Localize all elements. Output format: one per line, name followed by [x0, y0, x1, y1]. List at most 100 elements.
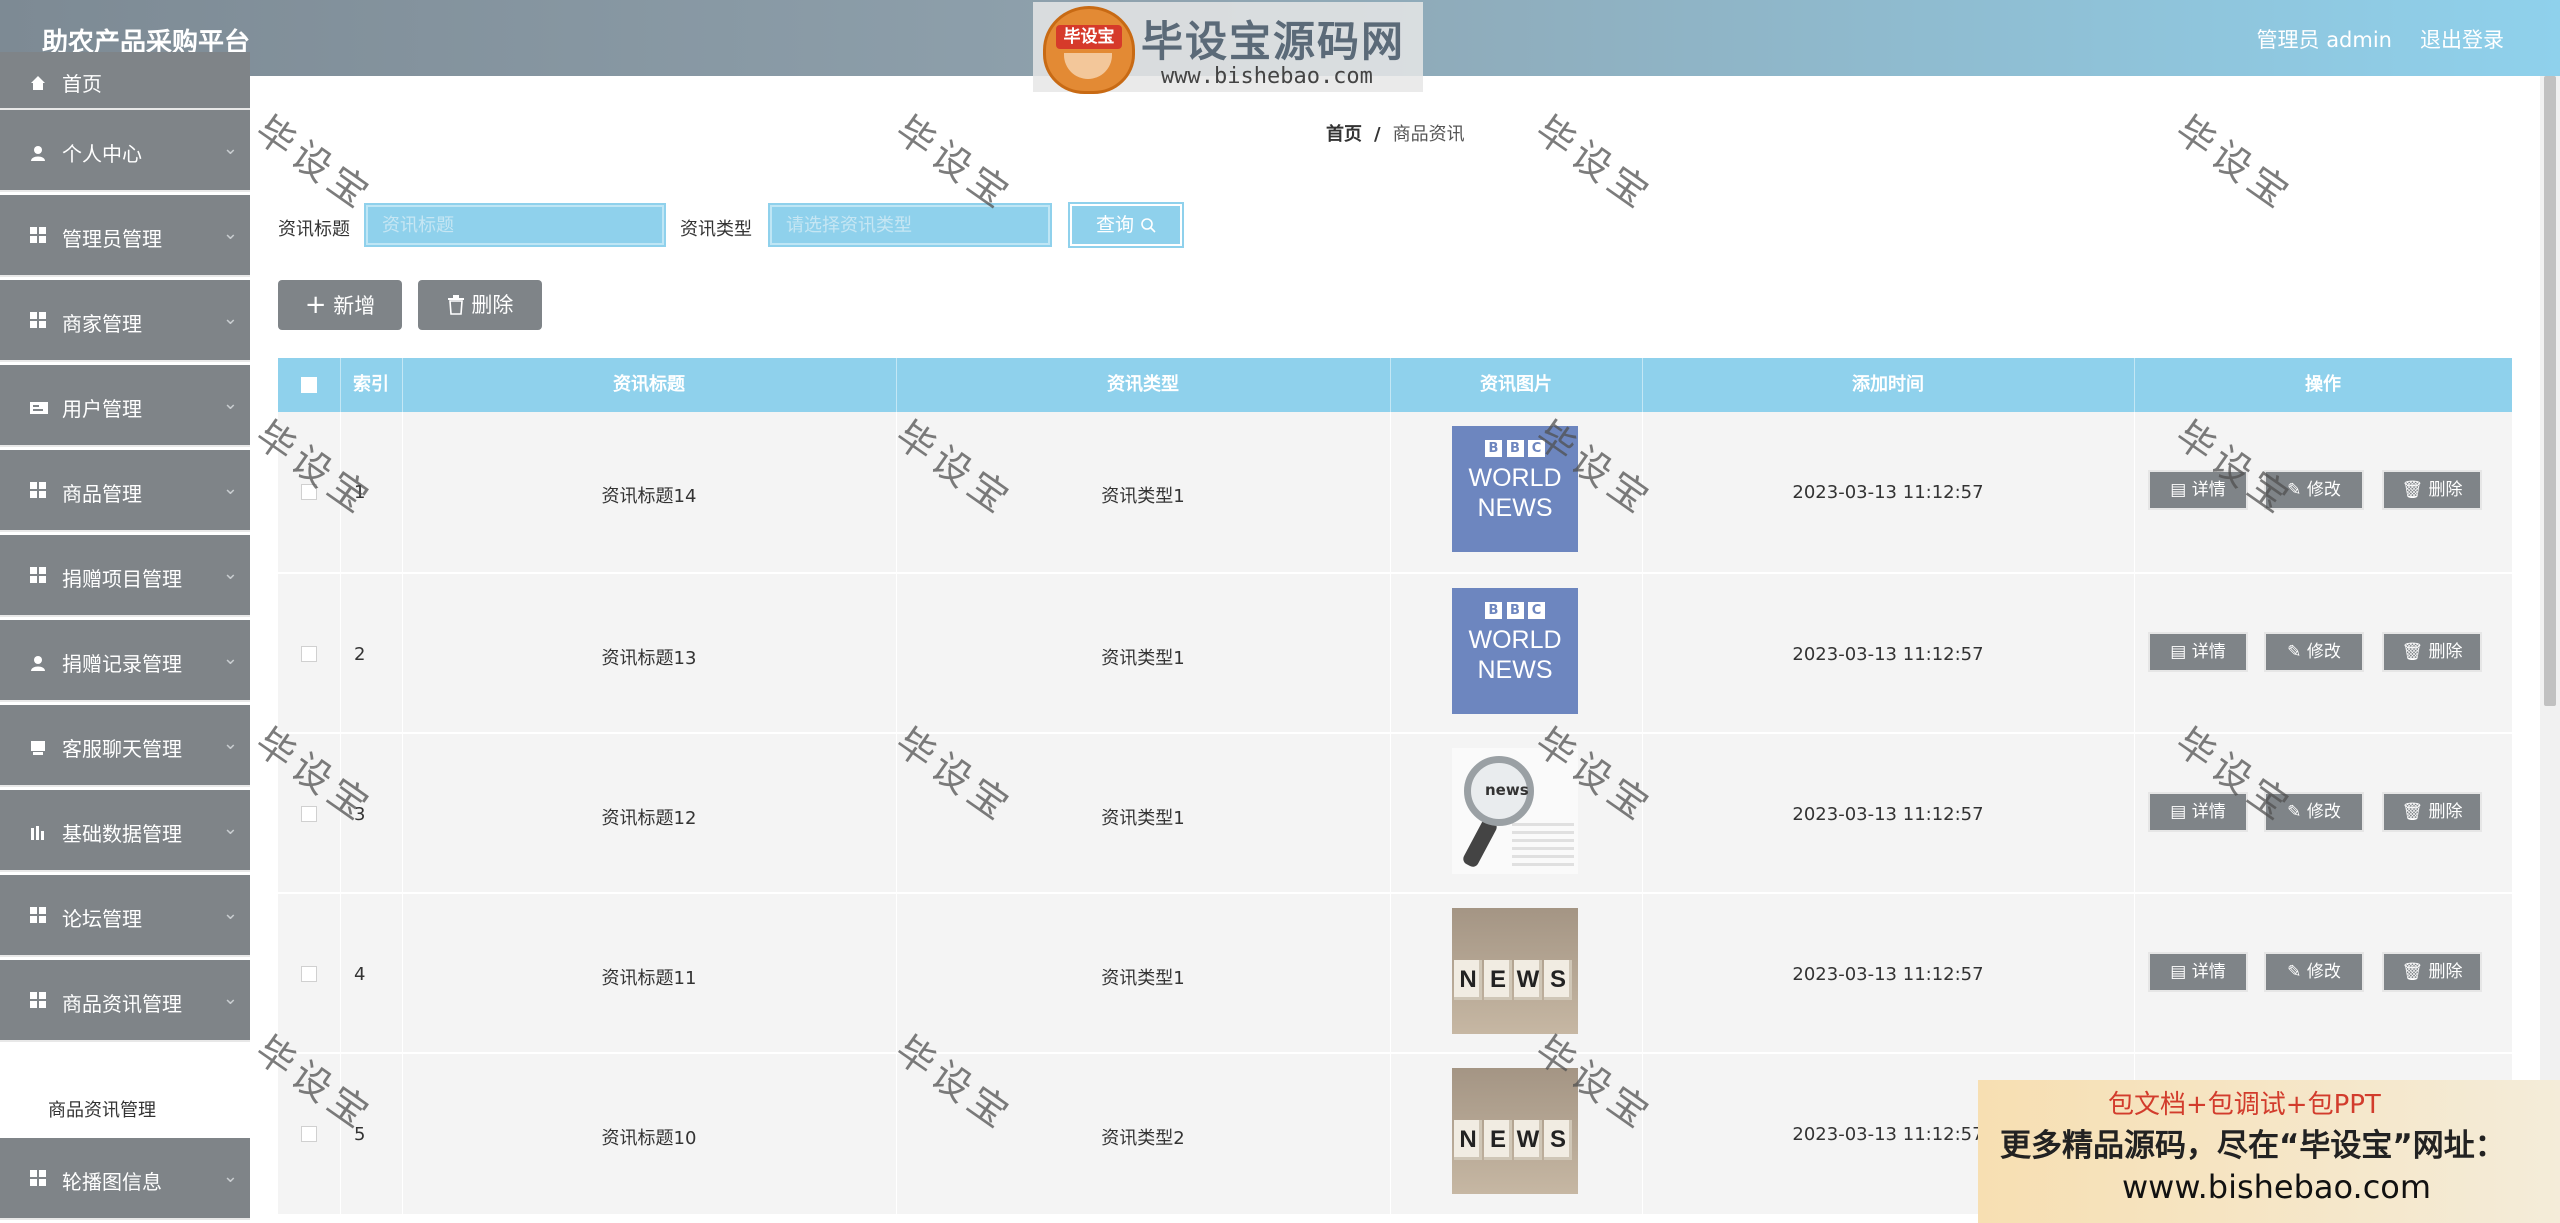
time-cell: 2023-03-13 11:12:57: [1642, 574, 2135, 734]
news-cubes: NEWS: [1454, 1120, 1572, 1160]
sidebar-item-customer-chat[interactable]: 客服聊天管理 ⌄: [0, 705, 250, 787]
type-cell: 资讯类型1: [896, 574, 1391, 734]
chart-icon: [30, 822, 46, 840]
page-scrollbar[interactable]: [2540, 76, 2560, 1223]
sidebar-item-label: 论坛管理: [62, 907, 142, 931]
sidebar-item-home[interactable]: 首页: [0, 52, 250, 110]
sidebar-item-admin-management[interactable]: 管理员管理 ⌄: [0, 195, 250, 277]
home-icon: [30, 72, 46, 90]
grid-icon: [30, 312, 46, 328]
magnifier-icon: news: [1464, 756, 1534, 826]
sidebar-subitem-label: 商品资讯管理: [48, 1100, 156, 1121]
delete-button[interactable]: 🗑 删除: [2382, 792, 2482, 832]
title-text: 资讯标题11: [601, 968, 697, 989]
bbc-world-news-image[interactable]: BBC WORLD NEWS: [1452, 426, 1578, 552]
chevron-down-icon: ⌄: [222, 733, 238, 754]
time-cell: 2023-03-13 11:12:57: [1642, 894, 2135, 1054]
sidebar-item-donation-project[interactable]: 捐赠项目管理 ⌄: [0, 535, 250, 617]
title-search-input[interactable]: [366, 205, 664, 245]
actions-cell: ▤ 详情 ✎ 修改 🗑 删除: [2134, 412, 2512, 572]
sidebar-item-product-news[interactable]: 商品资讯管理 ⌄: [0, 960, 250, 1042]
sidebar-item-label: 捐赠记录管理: [62, 652, 182, 676]
sidebar-item-forum[interactable]: 论坛管理 ⌄: [0, 875, 250, 957]
chevron-down-icon: ⌄: [222, 478, 238, 499]
time-text: 2023-03-13 11:12:57: [1792, 644, 1984, 665]
promo-line-1: 包文档+包调试+包PPT: [2108, 1090, 2381, 1120]
detail-button[interactable]: ▤ 详情: [2148, 952, 2248, 992]
detail-button[interactable]: ▤ 详情: [2148, 792, 2248, 832]
select-all-checkbox[interactable]: [301, 377, 317, 393]
row-checkbox[interactable]: [301, 966, 317, 982]
bbc-world-news-image[interactable]: BBC WORLD NEWS: [1452, 588, 1578, 714]
sidebar-item-carousel[interactable]: 轮播图信息 ⌄: [0, 1138, 250, 1220]
chevron-down-icon: ⌄: [222, 393, 238, 414]
edit-button[interactable]: ✎ 修改: [2264, 792, 2364, 832]
user-icon: [30, 652, 46, 671]
sidebar-item-product-management[interactable]: 商品管理 ⌄: [0, 450, 250, 532]
batch-delete-button[interactable]: 删除: [418, 280, 542, 330]
bbc-news: NEWS: [1477, 656, 1553, 684]
grid-icon: [30, 1170, 46, 1186]
edit-button[interactable]: ✎ 修改: [2264, 952, 2364, 992]
current-user[interactable]: 管理员 admin: [2257, 24, 2392, 54]
index-cell: 4: [340, 894, 403, 1054]
detail-button[interactable]: ▤ 详情: [2148, 470, 2248, 510]
edit-button[interactable]: ✎ 修改: [2264, 632, 2364, 672]
magnifier-news-image[interactable]: news: [1452, 748, 1578, 874]
sidebar-item-user-management[interactable]: 用户管理 ⌄: [0, 365, 250, 447]
main-content: 首页 / 商品资讯 资讯标题 资讯类型 查询 + 新增 删除 索引 资讯标题 资讯类…: [250, 76, 2540, 1223]
row-checkbox[interactable]: [301, 646, 317, 662]
search-button[interactable]: 查询: [1070, 204, 1182, 246]
header-select-all[interactable]: [278, 358, 341, 412]
chevron-down-icon: ⌄: [222, 988, 238, 1009]
delete-button[interactable]: 🗑 删除: [2382, 952, 2482, 992]
time-text: 2023-03-13 11:12:57: [1792, 804, 1984, 825]
news-cubes-image[interactable]: NEWS: [1452, 1068, 1578, 1194]
grid-icon: [30, 992, 46, 1008]
table-row: 1 资讯标题14 资讯类型1 BBC WORLD NEWS 2023-03-13…: [278, 412, 2512, 572]
sidebar-item-donation-record[interactable]: 捐赠记录管理 ⌄: [0, 620, 250, 702]
row-checkbox[interactable]: [301, 484, 317, 500]
watermark-brand: 毕设宝源码网: [1141, 17, 1406, 66]
header-title: 资讯标题: [402, 358, 897, 412]
sidebar-item-label: 捐赠项目管理: [62, 567, 182, 591]
index-text: 4: [354, 964, 366, 985]
type-select[interactable]: [770, 205, 1050, 245]
bbc-news: NEWS: [1477, 494, 1553, 522]
sidebar-item-label: 管理员管理: [62, 227, 162, 251]
image-cell: news: [1390, 734, 1643, 894]
breadcrumb-home[interactable]: 首页: [1326, 124, 1362, 145]
delete-button[interactable]: 🗑 删除: [2382, 632, 2482, 672]
sidebar-item-base-data[interactable]: 基础数据管理 ⌄: [0, 790, 250, 872]
delete-button[interactable]: 🗑 删除: [2382, 470, 2482, 510]
chevron-down-icon: ⌄: [222, 903, 238, 924]
title-text: 资讯标题12: [601, 808, 697, 829]
type-text: 资讯类型1: [1101, 486, 1185, 507]
grid-icon: [30, 482, 46, 498]
chevron-down-icon: ⌄: [222, 818, 238, 839]
sidebar-item-label: 个人中心: [62, 142, 142, 166]
promo-banner[interactable]: 包文档+包调试+包PPT 更多精品源码，尽在“毕设宝”网址： www.bishe…: [1978, 1080, 2560, 1223]
sidebar-subitem-product-news[interactable]: 商品资讯管理: [0, 1076, 250, 1138]
edit-button[interactable]: ✎ 修改: [2264, 470, 2364, 510]
sidebar-item-merchant-management[interactable]: 商家管理 ⌄: [0, 280, 250, 362]
type-filter-label: 资讯类型: [680, 219, 752, 240]
type-text: 资讯类型2: [1101, 1128, 1185, 1149]
search-button-label: 查询: [1095, 214, 1134, 236]
row-checkbox[interactable]: [301, 1126, 317, 1142]
sidebar-item-personal-center[interactable]: 个人中心 ⌄: [0, 110, 250, 192]
chevron-down-icon: ⌄: [222, 563, 238, 584]
detail-button[interactable]: ▤ 详情: [2148, 632, 2248, 672]
news-cubes-image[interactable]: NEWS: [1452, 908, 1578, 1034]
promo-url: www.bishebao.com: [2122, 1168, 2432, 1206]
breadcrumb-current: 商品资讯: [1392, 124, 1465, 145]
add-button[interactable]: + 新增: [278, 280, 402, 330]
image-cell: NEWS: [1390, 894, 1643, 1054]
time-text: 2023-03-13 11:12:57: [1792, 482, 1984, 503]
promo-line-2: 更多精品源码，尽在“毕设宝”网址：: [2000, 1128, 2506, 1164]
logout-link[interactable]: 退出登录: [2420, 24, 2504, 54]
row-checkbox[interactable]: [301, 806, 317, 822]
type-text: 资讯类型1: [1101, 648, 1185, 669]
image-cell: BBC WORLD NEWS: [1390, 412, 1643, 572]
scrollbar-thumb[interactable]: [2544, 76, 2556, 706]
